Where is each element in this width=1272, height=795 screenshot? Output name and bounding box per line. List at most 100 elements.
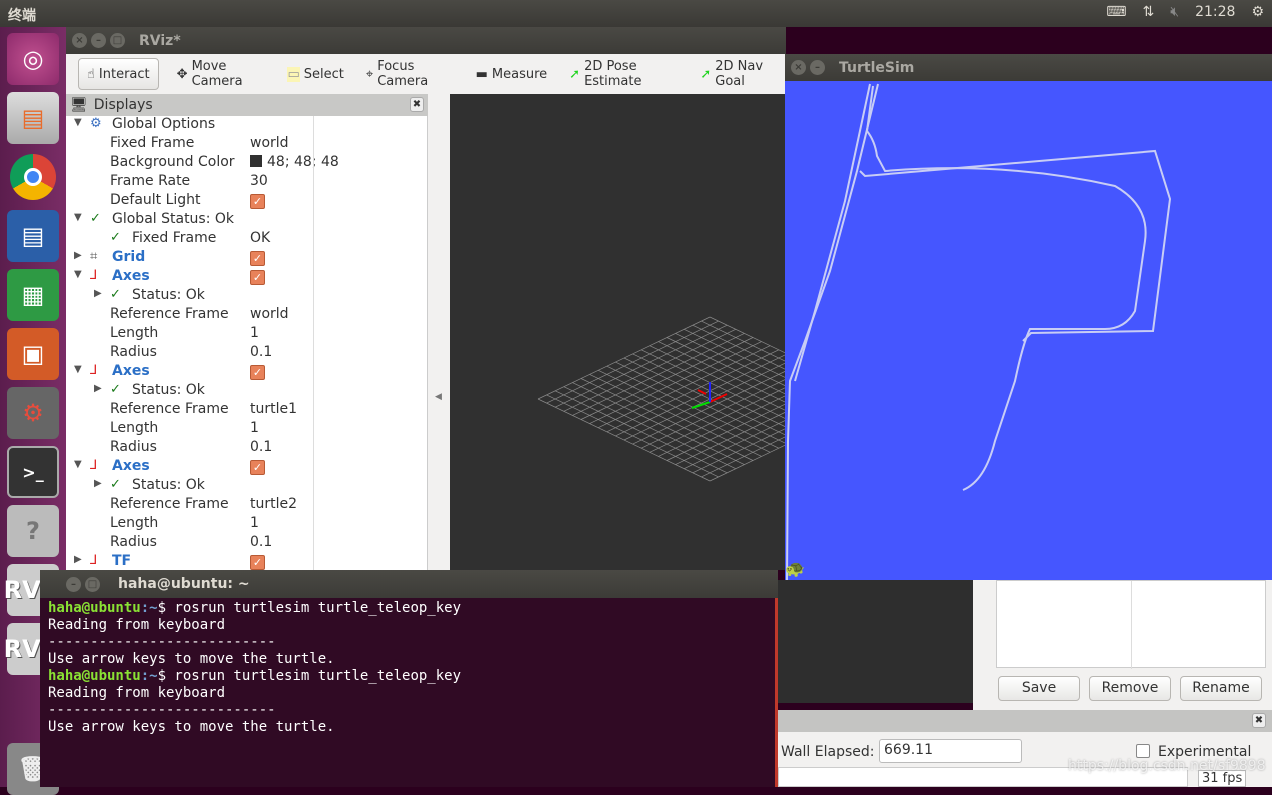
row-value[interactable]: 0.1 [250,439,272,455]
expander-down-icon[interactable]: ▼ [74,212,82,223]
tree-row[interactable]: Background Color 48; 48; 48 [66,154,428,173]
maximize-icon[interactable]: □ [85,576,100,592]
power-gear-icon[interactable]: ⚙ [1251,4,1264,20]
enabled-checkbox[interactable]: ✓ [250,249,265,266]
tree-row[interactable]: Radius 0.1 [66,534,428,553]
expander-down-icon[interactable]: ▼ [74,269,82,280]
tree-row[interactable]: ▼ ⚙ Global Options [66,116,428,135]
enabled-checkbox[interactable]: ✓ [250,268,265,285]
expander-down-icon[interactable]: ▼ [74,117,82,128]
files-icon[interactable]: ▤ [7,92,59,144]
tree-row[interactable]: ▼ ⅃ Axes ✓ [66,458,428,477]
row-value[interactable]: 0.1 [250,534,272,550]
tool-focus-camera[interactable]: ⌖ Focus Camera [362,58,458,90]
column-divider[interactable] [313,116,314,570]
expander-right-icon[interactable]: ▶ [74,250,82,261]
tool-interact[interactable]: ☝ Interact [78,58,159,90]
ubuntu-dash-icon[interactable]: ◎ [7,33,59,85]
tree-row[interactable]: Length 1 [66,515,428,534]
tree-row[interactable]: ▶ ⌗ Grid ✓ [66,249,428,268]
tree-row[interactable]: ▶ ✓ Status: Ok [66,287,428,306]
expander-down-icon[interactable]: ▼ [74,364,82,375]
network-icon[interactable]: ⇅ [1143,4,1155,20]
tool-move-camera[interactable]: ✥ Move Camera [173,58,270,90]
minimize-icon[interactable]: – [91,33,106,48]
chrome-icon[interactable] [7,151,59,203]
close-icon[interactable]: × [72,33,87,48]
collapse-arrow-icon[interactable]: ◀ [435,392,442,402]
tree-row[interactable]: Length 1 [66,325,428,344]
close-panel-button[interactable]: ✖ [1252,713,1266,728]
wall-elapsed-field[interactable]: 669.11 [879,739,1022,763]
rename-button[interactable]: Rename [1180,676,1262,701]
terminal-icon[interactable]: >_ [7,446,59,498]
row-value[interactable]: turtle1 [250,401,297,417]
row-value[interactable]: OK [250,230,270,246]
tree-row[interactable]: Radius 0.1 [66,439,428,458]
experimental-checkbox[interactable] [1136,744,1150,758]
row-value[interactable]: 1 [250,325,259,341]
writer-icon[interactable]: ▤ [7,210,59,262]
tree-row[interactable]: ▼ ✓ Global Status: Ok [66,211,428,230]
tool-2d-pose-estimate[interactable]: ➚ 2D Pose Estimate [565,58,682,90]
minimize-icon[interactable]: – [810,60,825,75]
terminal-title-bar[interactable]: – □ haha@ubuntu: ~ [40,570,778,598]
close-panel-button[interactable]: ✖ [410,97,424,112]
row-value[interactable]: turtle2 [250,496,297,512]
impress-icon[interactable]: ▣ [7,328,59,380]
tree-row[interactable]: ▼ ⅃ Axes ✓ [66,268,428,287]
color-value[interactable]: 48; 48; 48 [250,154,339,170]
tool-select[interactable]: ▭ Select [283,58,347,90]
row-value[interactable]: 0.1 [250,344,272,360]
row-value[interactable]: 1 [250,420,259,436]
close-icon[interactable]: × [791,60,806,75]
enabled-checkbox[interactable]: ✓ [250,363,265,380]
tree-row[interactable]: Default Light ✓ [66,192,428,211]
3d-view[interactable] [450,94,883,570]
enabled-checkbox[interactable]: ✓ [250,553,265,570]
turtlesim-title-bar[interactable]: × – TurtleSim [785,54,1272,81]
system-settings-icon[interactable]: ⚙ [7,387,59,439]
maximize-icon[interactable]: □ [110,33,125,48]
volume-muted-icon[interactable]: 🔇︎ [1170,4,1179,20]
row-value: 48; 48; 48 [267,154,339,170]
panel-splitter[interactable]: ◀ [428,94,450,570]
tree-row[interactable]: Radius 0.1 [66,344,428,363]
expander-right-icon[interactable]: ▶ [94,383,102,394]
3d-view-lower[interactable] [778,580,973,703]
clock[interactable]: 21:28 [1195,4,1235,20]
tree-row[interactable]: ▶ ✓ Status: Ok [66,382,428,401]
tree-row[interactable]: Length 1 [66,420,428,439]
row-label: Status: Ok [132,287,205,303]
calc-icon[interactable]: ▦ [7,269,59,321]
keyboard-icon[interactable]: ⌨ [1106,4,1126,20]
expander-right-icon[interactable]: ▶ [94,288,102,299]
row-value[interactable]: 30 [250,173,268,189]
tree-row[interactable]: Reference Frame turtle1 [66,401,428,420]
enabled-checkbox[interactable]: ✓ [250,192,265,209]
views-list[interactable] [996,580,1266,669]
expander-right-icon[interactable]: ▶ [74,554,82,565]
expander-down-icon[interactable]: ▼ [74,459,82,470]
tree-row[interactable]: ▶ ✓ Status: Ok [66,477,428,496]
tree-row[interactable]: Frame Rate 30 [66,173,428,192]
tree-row[interactable]: Fixed Frame world [66,135,428,154]
help-icon[interactable]: ? [7,505,59,557]
tool-2d-nav-goal[interactable]: ➚ 2D Nav Goal [696,58,786,90]
terminal-output[interactable]: haha@ubuntu:~$ rosrun turtlesim turtle_t… [40,598,778,787]
expander-right-icon[interactable]: ▶ [94,478,102,489]
row-value[interactable]: 1 [250,515,259,531]
grid-icon: ⌗ [90,249,98,264]
row-value[interactable]: world [250,135,289,151]
tree-row[interactable]: Reference Frame world [66,306,428,325]
rviz-title-bar[interactable]: × – □ RViz* [66,27,786,54]
tree-row[interactable]: ✓ Fixed Frame OK [66,230,428,249]
enabled-checkbox[interactable]: ✓ [250,458,265,475]
tool-measure[interactable]: ▬ Measure [472,58,552,90]
minimize-icon[interactable]: – [66,576,81,592]
remove-button[interactable]: Remove [1089,676,1171,701]
save-button[interactable]: Save [998,676,1080,701]
row-value[interactable]: world [250,306,289,322]
tree-row[interactable]: ▼ ⅃ Axes ✓ [66,363,428,382]
tree-row[interactable]: Reference Frame turtle2 [66,496,428,515]
